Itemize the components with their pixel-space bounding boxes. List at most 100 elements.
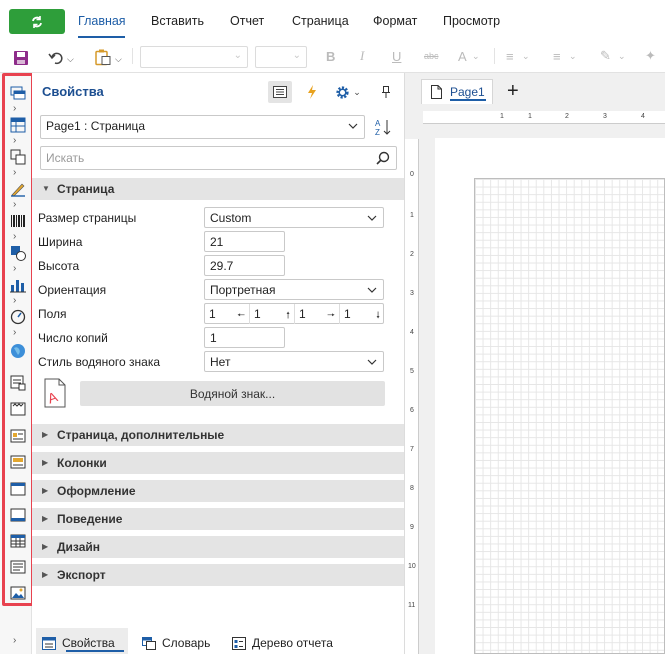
triangle-right-icon: ▶ (42, 458, 49, 467)
menu-format[interactable]: Формат (373, 14, 417, 28)
chevron-right-icon[interactable]: › (13, 167, 16, 178)
watermark-style-select[interactable]: Нет (204, 351, 384, 372)
band-icon[interactable] (10, 85, 26, 101)
search-input[interactable]: Искать (40, 146, 397, 170)
section-columns[interactable]: ▶ Колонки (32, 452, 404, 474)
format-painter-icon[interactable]: ✎ (600, 46, 611, 66)
page-tab-underline (450, 99, 486, 101)
chevron-down-icon[interactable]: ⌵ (115, 49, 122, 69)
section-behavior[interactable]: ▶ Поведение (32, 508, 404, 530)
brush-icon[interactable]: ✦ (645, 46, 656, 66)
page-grid[interactable] (474, 178, 665, 654)
gauge-icon[interactable] (10, 309, 26, 325)
cross-band-icon[interactable] (10, 117, 26, 133)
vertical-ruler: 0 1 2 3 4 5 6 7 8 9 10 11 (405, 139, 419, 654)
orientation-select[interactable]: Портретная (204, 279, 384, 300)
triangle-down-icon: ▼ (42, 184, 50, 193)
strikethrough-icon[interactable]: abc (424, 46, 439, 66)
table-icon[interactable] (10, 533, 26, 549)
section-page-additional[interactable]: ▶ Страница, дополнительные (32, 424, 404, 446)
chevron-right-icon[interactable]: › (13, 199, 16, 210)
chevron-down-icon[interactable]: ⌄ (472, 46, 480, 66)
section-design[interactable]: ▶ Дизайн (32, 536, 404, 558)
menu-preview[interactable]: Просмотр (443, 14, 500, 28)
chevron-right-icon[interactable]: › (13, 635, 16, 646)
align-center-icon[interactable]: ≡ (553, 46, 561, 66)
margin-left-field[interactable]: 1 🠔 (205, 304, 250, 324)
shape-icon[interactable] (10, 245, 26, 261)
pin-button[interactable] (374, 81, 398, 103)
margin-right-field[interactable]: 1 🠖 (295, 304, 340, 324)
bold-icon[interactable]: B (326, 46, 335, 66)
ruler-number: 1 (500, 113, 504, 120)
ruler-number: 3 (410, 290, 414, 297)
menu-page[interactable]: Страница (292, 14, 349, 28)
width-input[interactable]: 21 (204, 231, 285, 252)
image-icon[interactable] (10, 585, 26, 601)
chart-icon[interactable] (10, 277, 26, 293)
report-page[interactable] (435, 138, 665, 654)
section-export[interactable]: ▶ Экспорт (32, 564, 404, 586)
chevron-down-icon[interactable]: ⌄ (569, 46, 577, 66)
paste-icon[interactable] (95, 47, 111, 67)
margin-top-field[interactable]: 1 🠕 (250, 304, 295, 324)
section-appearance[interactable]: ▶ Оформление (32, 480, 404, 502)
section-page[interactable]: ▼ Страница (32, 178, 404, 200)
page-footer-icon[interactable] (10, 507, 26, 523)
chevron-right-icon[interactable]: › (13, 103, 16, 114)
chevron-down-icon[interactable]: ⌄ (522, 46, 530, 66)
menu-insert[interactable]: Вставить (151, 14, 204, 28)
chevron-right-icon[interactable]: › (13, 295, 16, 306)
settings-button[interactable]: ⌄ (332, 81, 364, 103)
ruler-number: 8 (410, 485, 414, 492)
page-header-icon[interactable] (10, 481, 26, 497)
rich-text-icon[interactable] (10, 559, 26, 575)
data-band-icon[interactable] (10, 428, 26, 444)
add-page-icon[interactable]: + (507, 80, 519, 103)
barcode-icon[interactable] (10, 213, 26, 229)
triangle-right-icon: ▶ (42, 486, 49, 495)
image-band-icon[interactable] (10, 454, 26, 470)
chevron-right-icon[interactable]: › (13, 263, 16, 274)
font-color-icon[interactable]: A (458, 46, 467, 66)
chevron-right-icon[interactable]: › (13, 327, 16, 338)
active-menu-underline (78, 36, 125, 38)
app-menu-button[interactable] (9, 9, 65, 34)
chevron-right-icon[interactable]: › (13, 135, 16, 146)
align-left-icon[interactable]: ≡ (506, 46, 514, 66)
chevron-down-icon: ⌄ (353, 86, 361, 97)
page-tab[interactable]: Page1 (421, 79, 493, 104)
menu-report[interactable]: Отчет (230, 14, 264, 28)
italic-icon[interactable]: I (360, 46, 364, 66)
tab-dictionary[interactable]: Словарь (142, 633, 210, 653)
text-icon[interactable] (10, 181, 26, 197)
text-format-icon[interactable] (10, 375, 26, 391)
container-icon[interactable] (10, 149, 26, 165)
chevron-right-icon[interactable]: › (13, 231, 16, 242)
categorized-view-button[interactable] (268, 81, 292, 103)
object-selector[interactable]: Page1 : Страница (40, 115, 365, 139)
header-band-icon[interactable] (10, 401, 26, 417)
triangle-right-icon: ▶ (42, 542, 49, 551)
chevron-down-icon[interactable]: ⌵ (67, 49, 74, 69)
lightning-icon (308, 85, 316, 99)
events-button[interactable] (300, 81, 324, 103)
underline-icon[interactable]: U (392, 46, 401, 66)
menu-home[interactable]: Главная (78, 14, 126, 28)
save-icon[interactable] (13, 48, 29, 68)
watermark-button[interactable]: Водяной знак... (80, 381, 385, 406)
triangle-right-icon: ▶ (42, 430, 49, 439)
page-size-select[interactable]: Custom (204, 207, 384, 228)
font-name-combo[interactable]: ⌄ (140, 46, 248, 68)
sort-button[interactable]: AZ (374, 118, 392, 139)
height-input[interactable]: 29.7 (204, 255, 285, 276)
margins-input[interactable]: 1 🠔 1 🠕 1 🠖 1 🠗 (204, 303, 384, 324)
font-size-combo[interactable]: ⌄ (255, 46, 307, 68)
copies-input[interactable]: 1 (204, 327, 285, 348)
tab-report-tree[interactable]: Дерево отчета (232, 633, 333, 653)
undo-icon[interactable] (48, 48, 64, 68)
map-icon[interactable] (10, 343, 26, 359)
page-size-value: Custom (210, 211, 252, 225)
chevron-down-icon[interactable]: ⌄ (618, 46, 626, 66)
margin-bottom-field[interactable]: 1 🠗 (340, 304, 384, 324)
